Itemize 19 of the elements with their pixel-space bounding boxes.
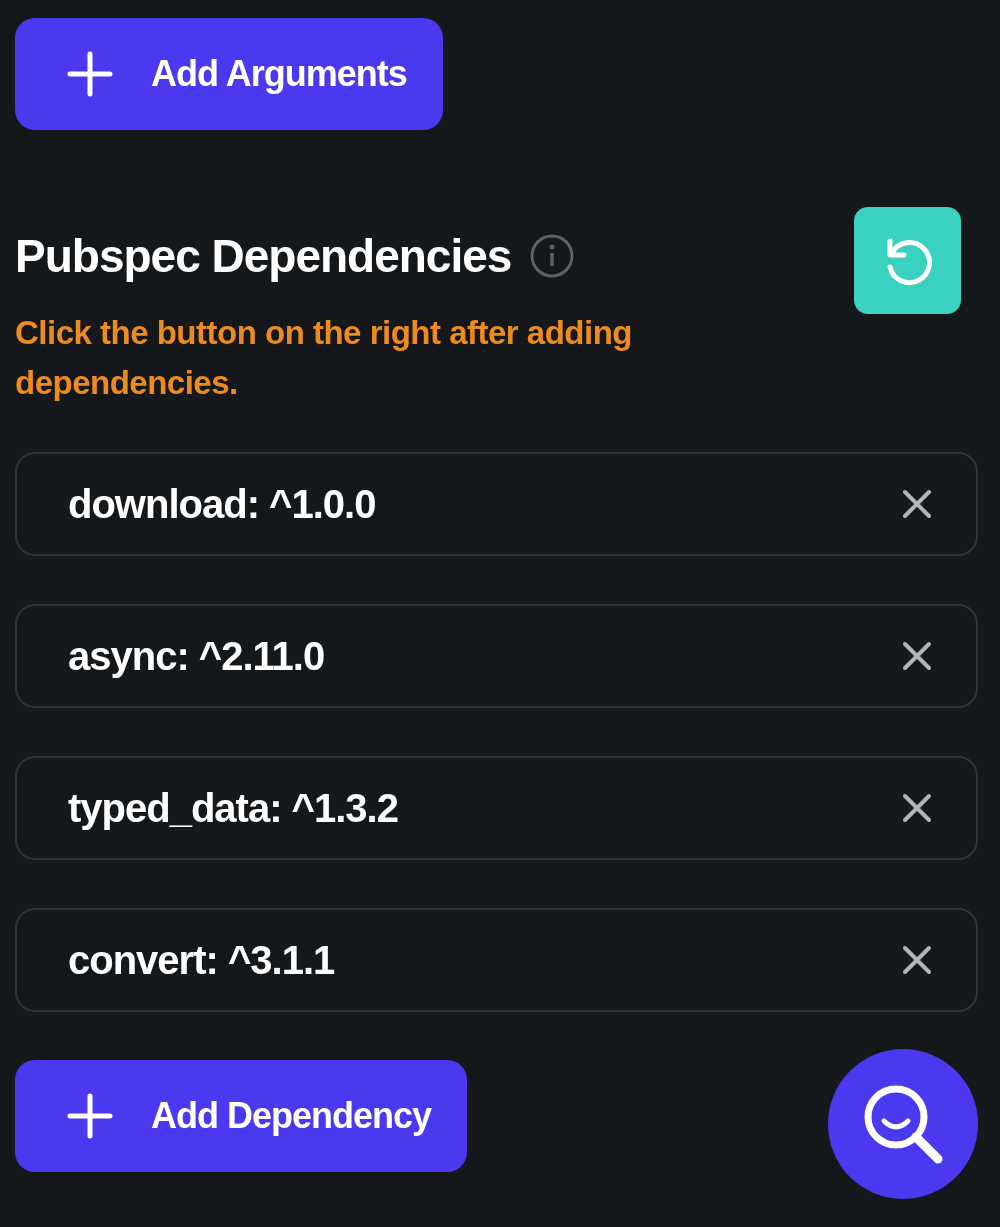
hint-text: Click the button on the right after adding dependencies.	[15, 313, 633, 403]
remove-button[interactable]	[902, 793, 932, 823]
remove-button[interactable]	[902, 489, 932, 519]
dependency-label: typed_data: ^1.3.2	[68, 785, 398, 831]
close-icon	[902, 793, 932, 823]
section-title: Pubspec Dependencies	[15, 228, 512, 283]
plus-icon	[67, 51, 113, 97]
close-icon	[902, 641, 932, 671]
close-icon	[902, 489, 932, 519]
remove-button[interactable]	[902, 641, 932, 671]
plus-icon	[67, 1093, 113, 1139]
dependency-label: convert: ^3.1.1	[68, 937, 335, 983]
add-arguments-button[interactable]: Add Arguments	[15, 18, 443, 130]
dependency-label: async: ^2.11.0	[68, 633, 325, 679]
remove-button[interactable]	[902, 945, 932, 975]
close-icon	[902, 945, 932, 975]
dependency-label: download: ^1.0.0	[68, 481, 376, 527]
info-icon	[529, 232, 576, 279]
add-dependency-button[interactable]: Add Dependency	[15, 1060, 468, 1172]
